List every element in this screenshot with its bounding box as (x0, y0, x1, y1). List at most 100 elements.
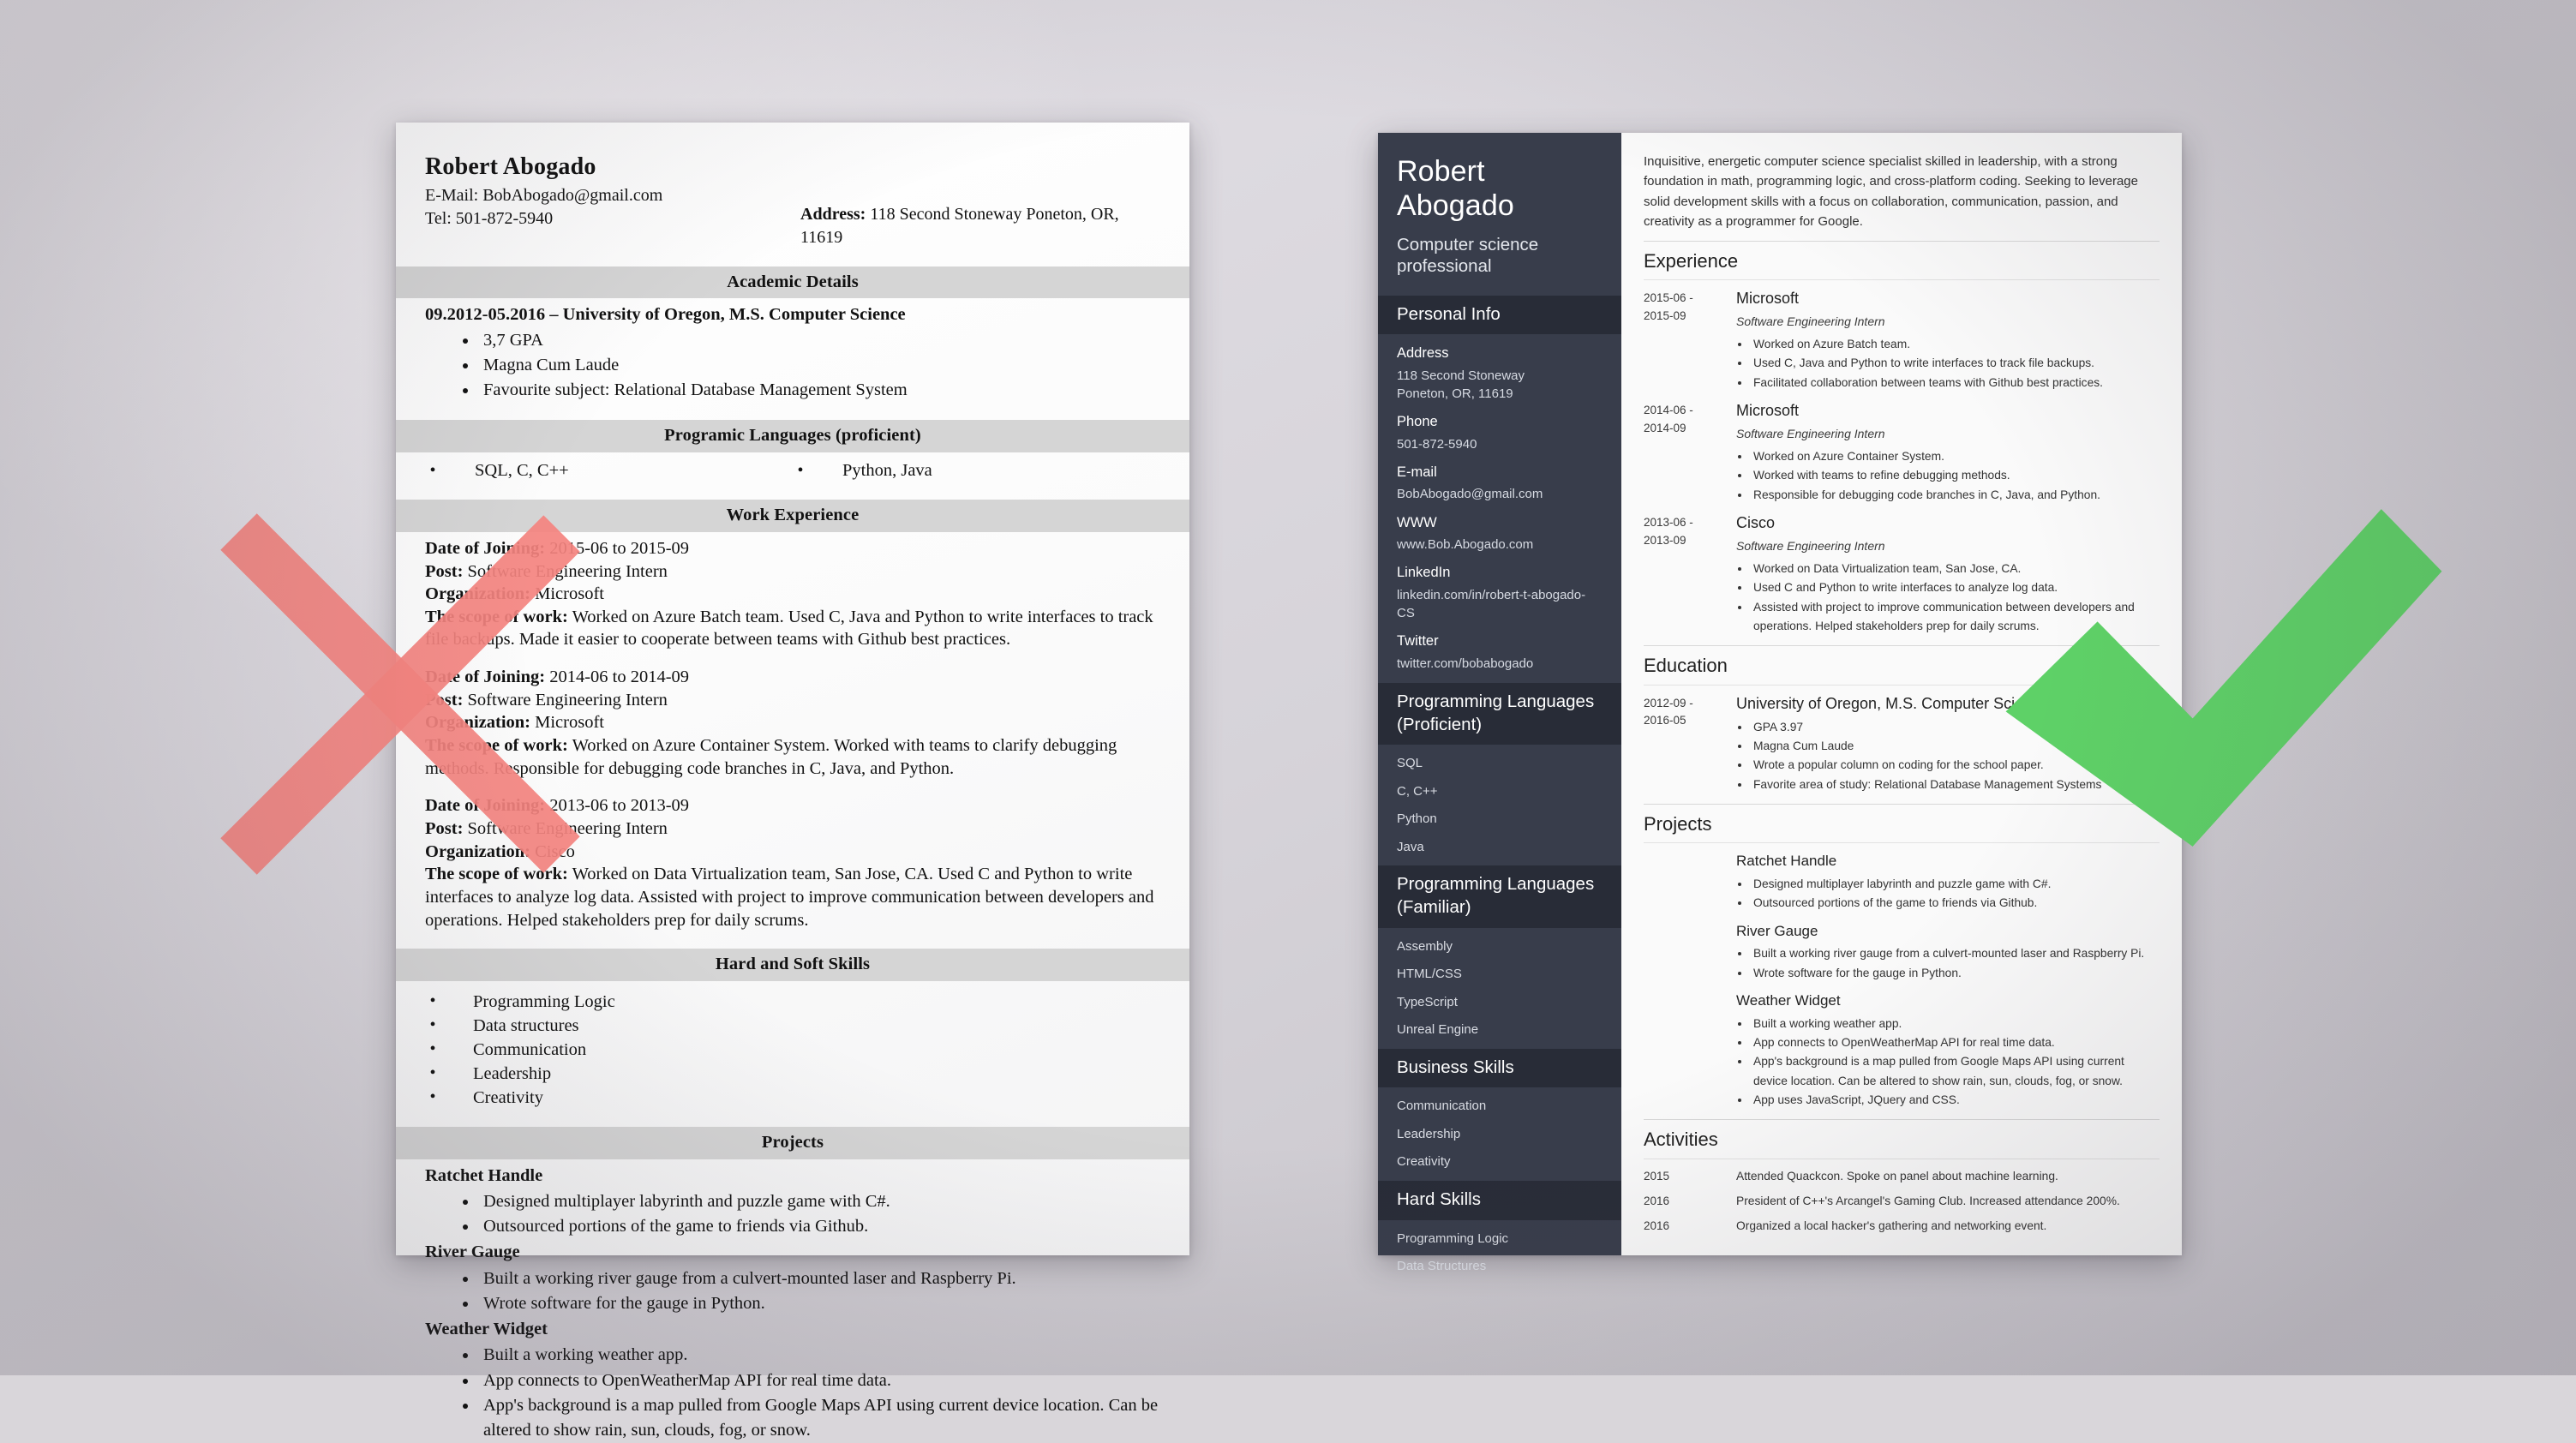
sidebar-familiar-item[interactable]: Unreal Engine (1397, 1021, 1603, 1039)
good-resume-experience-organization: Cisco (1736, 514, 1776, 532)
bad-resume-languages-right: Python, Java (842, 460, 932, 480)
good-resume-experience-date-line: 2013-06 - (1644, 516, 1693, 530)
sidebar-business-skill-item[interactable]: Creativity (1397, 1153, 1603, 1171)
list-item: App's background is a map pulled from Go… (478, 1393, 1160, 1443)
list-item: Worked on Azure Batch team. (1751, 335, 2160, 354)
list-item: GPA 3.97 (1751, 718, 2160, 737)
list-item: Built a working river gauge from a culve… (478, 1266, 1160, 1291)
good-resume-activities-list: 2015 Attended Quackcon. Spoke on panel ab… (1644, 1159, 2160, 1234)
list-item: Responsible for debugging code branches … (1751, 486, 2160, 505)
bad-resume-work-post-label: Post: (425, 690, 464, 710)
bad-resume-projects-list: Ratchet Handle Designed multiplayer labyr… (425, 1165, 1160, 1443)
list-item: Favorite area of study: Relational Datab… (1751, 775, 2160, 794)
sidebar-info-label: E-mail (1397, 464, 1437, 480)
sidebar-proficient-item[interactable]: Python (1397, 811, 1603, 828)
good-resume-education-body: University of Oregon, M.S. Computer Scie… (1724, 695, 2160, 794)
sidebar-familiar-item[interactable]: Assembly (1397, 938, 1603, 955)
bullet-icon: • (429, 1015, 436, 1034)
good-resume-project-bullets: Designed multiplayer labyrinth and puzzl… (1736, 875, 2160, 913)
sidebar-heading-familiar: Programming Languages (Familiar) (1378, 865, 1621, 928)
sidebar-hard-skills-list: Programming Logic Data Structures (1378, 1220, 1621, 1285)
good-resume-name: Robert Abogado (1397, 155, 1514, 222)
good-resume-experience-entry: 2014-06 - 2014-09 Microsoft Software Engine… (1644, 392, 2160, 505)
bad-resume-languages-row: • SQL, C, C++ • Python, Java (425, 458, 1160, 483)
bad-resume-work-list: Date of Joining: 2015-06 to 2015-09 Post:… (425, 537, 1160, 931)
good-resume-heading-education: Education (1644, 645, 2160, 686)
sidebar-info-value: 118 Second Stoneway Poneton, OR, 11619 (1397, 367, 1603, 404)
sidebar-info-label: Phone (1397, 414, 1438, 430)
list-item: Magna Cum Laude (478, 353, 1160, 378)
sidebar-business-skill-item[interactable]: Communication (1397, 1098, 1603, 1115)
good-resume-activity-year: 2016 (1644, 1194, 1670, 1207)
good-resume-project-title: Weather Widget (1736, 992, 1841, 1009)
good-resume-experience-bullets: Worked on Data Virtualization team, San … (1736, 560, 2160, 636)
good-resume-experience-position: Software Engineering Intern (1736, 539, 1885, 554)
list-item: App connects to OpenWeatherMap API for r… (1751, 1033, 2160, 1052)
good-resume-experience-body: Microsoft Software Engineering Intern Work… (1724, 402, 2160, 505)
sidebar-familiar-item[interactable]: TypeScript (1397, 994, 1603, 1011)
good-resume-document: Robert Abogado Computer science professi… (1378, 133, 2182, 1273)
sidebar-heading-proficient: Programming Languages (Proficient) (1378, 683, 1621, 745)
bad-resume-work-post: Post: Software Engineering Intern (425, 690, 668, 710)
sidebar-proficient-item[interactable]: C, C++ (1397, 783, 1603, 800)
list-item: Designed multiplayer labyrinth and puzzl… (1751, 875, 2160, 894)
sidebar-familiar-item[interactable]: HTML/CSS (1397, 966, 1603, 983)
bad-resume-address-label: Address: (800, 205, 866, 225)
bad-resume-skill-row: • Programming Logic (425, 990, 1160, 1014)
list-item: Worked on Data Virtualization team, San … (1751, 560, 2160, 578)
bad-resume-section-languages-heading: Programic Languages (proficient) (396, 420, 1189, 452)
list-item: Favourite subject: Relational Database M… (478, 378, 1160, 403)
bad-resume-work-entry: Date of Joining: 2013-06 to 2013-09 Post:… (425, 794, 1160, 931)
bullet-icon: • (429, 1063, 436, 1082)
sidebar-business-skill-item[interactable]: Leadership (1397, 1126, 1603, 1143)
bad-resume-address: Address: 118 Second Stoneway Poneton, OR… (800, 184, 1160, 249)
bad-resume-work-scope: The scope of work: Worked on Data Virtua… (425, 865, 1154, 930)
sidebar-business-skills-list: Communication Leadership Creativity (1378, 1087, 1621, 1181)
good-resume-activity-text: Attended Quackcon. Spoke on panel about … (1736, 1169, 2058, 1183)
bad-resume-work-scope-label: The scope of work: (425, 736, 568, 756)
sidebar-proficient-list: SQL C, C++ Python Java (1378, 745, 1621, 865)
bad-resume-skill-label: Leadership (473, 1063, 552, 1083)
sidebar-heading-business-skills: Business Skills (1378, 1048, 1621, 1088)
list-item: Facilitated collaboration between teams … (1751, 374, 2160, 392)
bad-resume-skill-row: • Data structures (425, 1014, 1160, 1038)
good-resume-education-organization: University of Oregon, M.S. Computer Scie… (1736, 694, 2049, 712)
good-resume-heading-activities: Activities (1644, 1119, 2160, 1159)
bad-resume-section-academic-heading: Academic Details (396, 266, 1189, 299)
good-resume-projects-list: Ratchet Handle Designed multiplayer labyr… (1644, 843, 2160, 1110)
list-item: App's background is a map pulled from Go… (1751, 1052, 2160, 1091)
bad-resume-project-bullets: Designed multiplayer labyrinth and puzzl… (425, 1189, 1160, 1239)
good-resume-heading-projects: Projects (1644, 804, 2160, 844)
good-resume-experience-date-line: 2015-09 (1644, 308, 1686, 322)
bad-resume-skill-label: Creativity (473, 1087, 543, 1107)
bad-resume-work-scope-label: The scope of work: (425, 607, 568, 626)
list-item: Worked on Azure Container System. (1751, 447, 2160, 466)
good-resume-project-title: River Gauge (1736, 922, 1818, 939)
bad-resume-section-work-heading: Work Experience (396, 500, 1189, 532)
list-item: Used C and Python to write interfaces to… (1751, 578, 2160, 597)
bad-resume-academic-line: 09.2012-05.2016 – University of Oregon, … (425, 305, 906, 325)
sidebar-proficient-item[interactable]: SQL (1397, 755, 1603, 772)
bad-resume-work-org-label: Organization: (425, 584, 530, 604)
sidebar-hard-skill-item[interactable]: Programming Logic (1397, 1230, 1603, 1248)
list-item: Designed multiplayer labyrinth and puzzl… (478, 1189, 1160, 1214)
bad-resume-work-org: Organization: Cisco (425, 841, 575, 861)
good-resume-sidebar-header: Robert Abogado Computer science professi… (1378, 133, 1621, 296)
bad-resume-work-entry: Date of Joining: 2015-06 to 2015-09 Post:… (425, 537, 1160, 651)
good-resume-experience-entry: 2013-06 - 2013-09 Cisco Software Engineerin… (1644, 505, 2160, 636)
bad-resume-name: Robert Abogado (425, 153, 596, 180)
bullet-icon: • (429, 1087, 436, 1106)
sidebar-proficient-item[interactable]: Java (1397, 839, 1603, 856)
bad-resume-work-org-label: Organization: (425, 713, 530, 733)
sidebar-info-value: 501-872-5940 (1397, 435, 1603, 453)
bad-resume-work-date: Date of Joining: 2014-06 to 2014-09 (425, 668, 690, 687)
sidebar-info-value-line: Poneton, OR, 11619 (1397, 386, 1513, 401)
sidebar-info-label: LinkedIn (1397, 565, 1451, 581)
bad-resume-tel: Tel: 501-872-5940 (425, 208, 554, 228)
sidebar-info-value-line: linkedin.com/in/robert-t-abogado-CS (1397, 587, 1586, 621)
good-resume-experience-date-line: 2015-06 - (1644, 291, 1693, 305)
sidebar-personal-info-list: Address 118 Second Stoneway Poneton, OR, 1… (1378, 334, 1621, 683)
sidebar-hard-skill-item[interactable]: Data Structures (1397, 1258, 1603, 1275)
background-surface (0, 0, 2576, 1375)
bad-resume-project-bullets: Built a working weather app.App connects… (425, 1343, 1160, 1442)
